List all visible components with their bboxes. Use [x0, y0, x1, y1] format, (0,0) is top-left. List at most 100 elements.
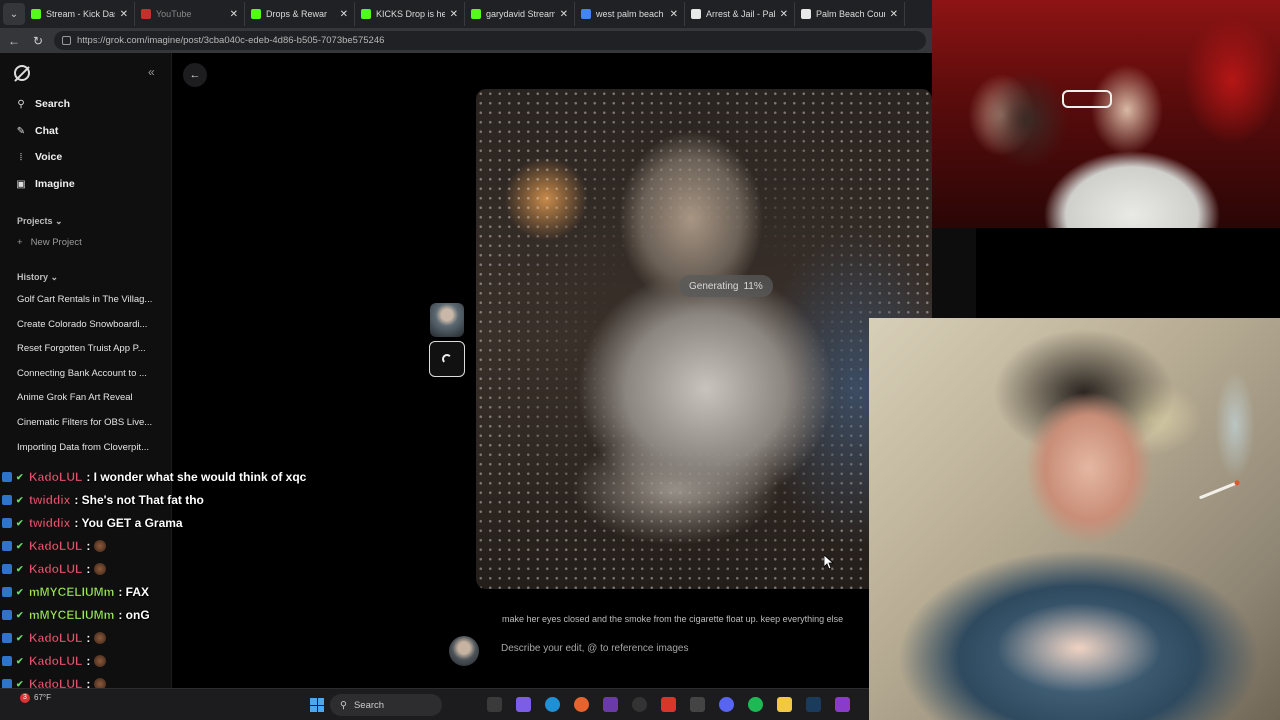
browser-tab[interactable]: Arrest & Jail - Palm ✕	[685, 2, 795, 26]
close-tab-icon[interactable]: ✕	[780, 9, 788, 20]
sidebar-item-voice[interactable]: ⦙ Voice	[16, 151, 62, 163]
chat-text: :	[86, 562, 91, 576]
firefox-icon[interactable]	[574, 697, 589, 712]
glasses	[1062, 90, 1112, 108]
edit-prompt-input[interactable]	[501, 643, 861, 654]
close-tab-icon[interactable]: ✕	[120, 9, 128, 20]
close-tab-icon[interactable]: ✕	[230, 9, 238, 20]
browser-tab[interactable]: west palm beach ar ✕	[575, 2, 685, 26]
browser-tab[interactable]: Stream - Kick Dashb ✕	[25, 2, 135, 26]
sidebar-item-imagine[interactable]: ▣ Imagine	[16, 178, 74, 190]
itunes-icon[interactable]	[690, 697, 705, 712]
back-button[interactable]: ←	[183, 63, 207, 87]
tab-title: Drops & Rewar	[266, 9, 328, 19]
verified-badge-icon: ✔	[16, 541, 24, 551]
history-item[interactable]: Connecting Bank Account to ...	[17, 368, 155, 379]
file-explorer-icon[interactable]	[777, 697, 792, 712]
url-field[interactable]: https://grok.com/imagine/post/3cba040c-e…	[54, 31, 926, 50]
subscriber-badge-icon	[2, 518, 12, 528]
verified-badge-icon: ✔	[16, 656, 24, 666]
edit-prompt-row	[449, 636, 869, 666]
chat-message: ✔ mMYCELIUMm: onG	[2, 608, 150, 622]
generated-artwork	[869, 318, 1280, 720]
browser-tab[interactable]: Drops & Rewar ✕	[245, 2, 355, 26]
chat-text: :	[86, 654, 91, 668]
chat-username: KadoLUL	[29, 654, 83, 668]
generating-status-badge: Generating 11%	[679, 275, 773, 297]
close-tab-icon[interactable]: ✕	[560, 9, 568, 20]
browser-tab[interactable]: YouTube ✕	[135, 2, 245, 26]
chat-message: ✔ KadoLUL:	[2, 562, 107, 576]
chat-username: twiddix	[29, 516, 71, 530]
edge-icon[interactable]	[545, 697, 560, 712]
generating-label: Generating	[689, 280, 739, 292]
voice-icon: ⦙	[19, 151, 23, 163]
discord-icon[interactable]	[719, 697, 734, 712]
subscriber-badge-icon	[2, 656, 12, 666]
app-red-icon[interactable]	[661, 697, 676, 712]
tab-search-button[interactable]: ⌄	[3, 3, 25, 25]
new-project-button[interactable]: + New Project	[17, 237, 82, 248]
browser-tab[interactable]: KICKS Drop is here ✕	[355, 2, 465, 26]
projects-header[interactable]: Projects ⌄	[17, 216, 63, 227]
close-tab-icon[interactable]: ✕	[340, 9, 348, 20]
history-item[interactable]: Importing Data from Cloverpit...	[17, 442, 155, 453]
tab-title: YouTube	[156, 9, 192, 19]
close-tab-icon[interactable]: ✕	[890, 9, 898, 20]
taskbar-search-label: Search	[353, 699, 385, 711]
history-item[interactable]: Reset Forgotten Truist App P...	[17, 343, 155, 354]
reference-thumbnail[interactable]	[430, 303, 464, 337]
history-header[interactable]: History ⌄	[17, 272, 58, 283]
close-tab-icon[interactable]: ✕	[670, 9, 678, 20]
chat-username: mMYCELIUMm	[29, 608, 115, 622]
favicon-icon	[31, 9, 41, 19]
start-button[interactable]	[310, 698, 324, 712]
source-image-avatar[interactable]	[449, 636, 479, 666]
history-item[interactable]: Create Colorado Snowboardi...	[17, 319, 155, 330]
spotify-icon[interactable]	[748, 697, 763, 712]
history-item[interactable]: Golf Cart Rentals in The Villag...	[17, 294, 155, 305]
grok-logo-icon[interactable]	[14, 65, 30, 81]
history-item[interactable]: Anime Grok Fan Art Reveal	[17, 392, 155, 403]
close-tab-icon[interactable]: ✕	[450, 9, 458, 20]
steam-icon[interactable]	[806, 697, 821, 712]
sidebar-item-chat[interactable]: ✎ Chat	[16, 125, 59, 137]
chat-text: : She's not That fat tho	[74, 493, 204, 507]
chat-message: ✔ twiddix: She's not That fat tho	[2, 493, 204, 507]
url-text: https://grok.com/imagine/post/3cba040c-e…	[77, 35, 385, 46]
history-item[interactable]: Cinematic Filters for OBS Live...	[17, 417, 155, 428]
subscriber-badge-icon	[2, 541, 12, 551]
app-icon[interactable]	[603, 697, 618, 712]
obs-icon[interactable]	[632, 697, 647, 712]
address-bar: ← ↻ https://grok.com/imagine/post/3cba04…	[0, 28, 932, 53]
search-icon: ⚲	[340, 699, 347, 711]
tab-list: Stream - Kick Dashb✕YouTube✕Drops & Rewa…	[25, 2, 905, 26]
imagine-icon: ▣	[16, 178, 26, 190]
weather-widget[interactable]: 67°F	[34, 693, 51, 702]
chat-message: ✔ KadoLUL: I wonder what she would think …	[2, 470, 306, 484]
search-icon: ⚲	[17, 98, 25, 110]
verified-badge-icon: ✔	[16, 495, 24, 505]
favicon-icon	[251, 9, 261, 19]
chat-text: :	[86, 631, 91, 645]
subscriber-badge-icon	[2, 495, 12, 505]
browser-tab[interactable]: Palm Beach County ✕	[795, 2, 905, 26]
browser-tab[interactable]: garydavid Stream - ✕	[465, 2, 575, 26]
sidebar-item-search[interactable]: ⚲ Search	[16, 98, 70, 110]
site-info-icon[interactable]	[62, 36, 71, 45]
tab-title: KICKS Drop is here	[376, 9, 445, 19]
subscriber-badge-icon	[2, 564, 12, 574]
stream-overlay-blank	[976, 228, 1280, 318]
chat-username: KadoLUL	[29, 539, 83, 553]
back-nav-icon[interactable]: ←	[6, 34, 22, 48]
generating-thumbnail[interactable]	[429, 341, 465, 377]
app-purple-icon[interactable]	[835, 697, 850, 712]
task-view-icon[interactable]	[487, 697, 502, 712]
collapse-sidebar-icon[interactable]: «	[148, 65, 155, 79]
copilot-icon[interactable]	[516, 697, 531, 712]
taskbar-search[interactable]: ⚲ Search	[330, 694, 442, 716]
reload-icon[interactable]: ↻	[30, 34, 46, 48]
chat-username: KadoLUL	[29, 631, 83, 645]
chat-username: mMYCELIUMm	[29, 585, 115, 599]
chat-message: ✔ KadoLUL:	[2, 539, 107, 553]
